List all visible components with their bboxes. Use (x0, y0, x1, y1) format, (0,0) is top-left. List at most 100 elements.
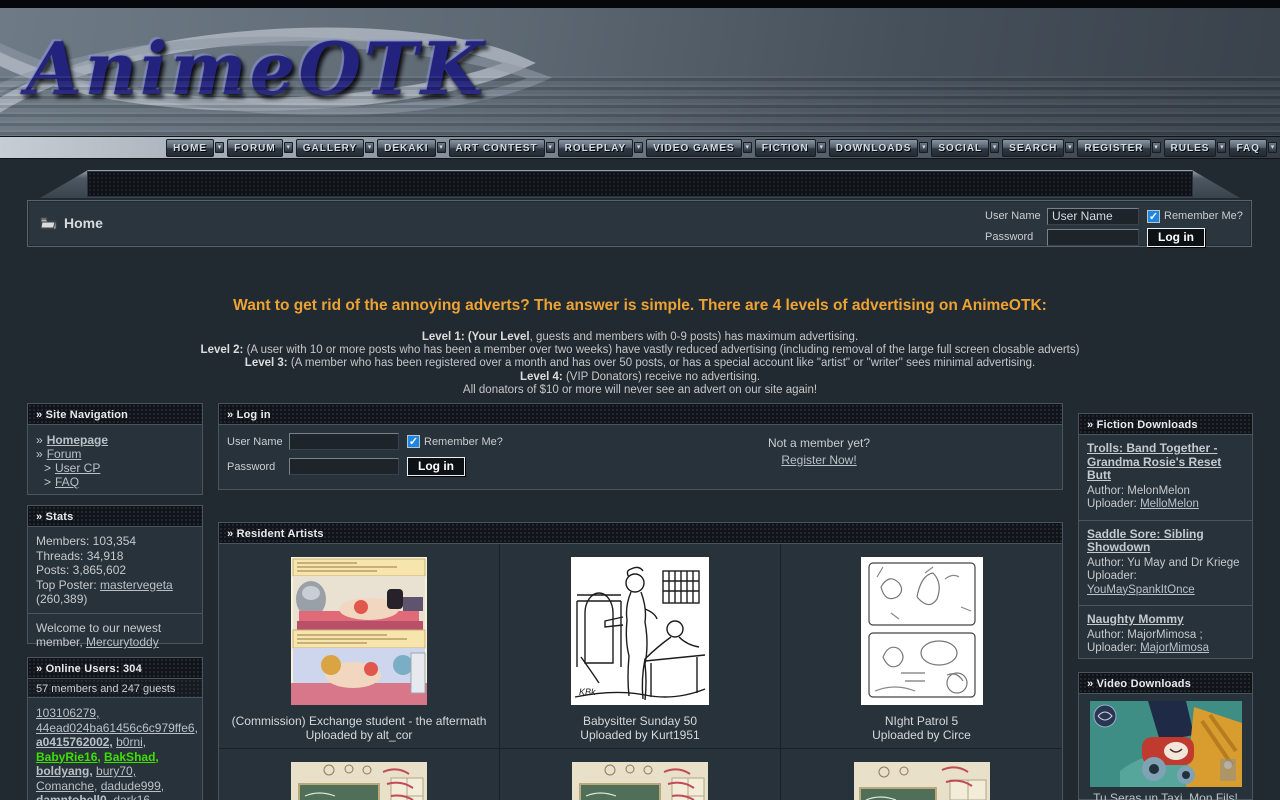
ad-levels-title: Want to get rid of the annoying adverts?… (0, 297, 1280, 315)
resident-artists-panel: » Resident Artists (218, 522, 1063, 800)
video-thumbnail[interactable] (1090, 701, 1242, 787)
artwork-caption[interactable]: Babysitter Sunday 50 (506, 715, 774, 729)
nav-downloads[interactable]: DOWNLOADS (829, 139, 919, 157)
ad-level-line: Level 4: (VIP Donators) receive no adver… (40, 371, 1240, 384)
top-poster-link[interactable]: mastervegeta (100, 578, 173, 592)
artwork-thumbnail-exchange-student[interactable] (291, 557, 427, 705)
sidebar-item-homepage[interactable]: »Homepage (36, 433, 194, 447)
chevron-down-icon[interactable]: ▾ (1268, 142, 1277, 153)
online-users-subtitle: 57 members and 247 guests (28, 679, 202, 698)
online-user-link[interactable]: bury70, (96, 764, 136, 778)
nav-search[interactable]: SEARCH (1002, 139, 1064, 157)
online-user-link[interactable]: BabyRie16, (36, 750, 101, 764)
nav-fiction[interactable]: FICTION (755, 139, 816, 157)
online-user-link[interactable]: dark16, (113, 793, 153, 800)
fiction-title-link[interactable]: Naughty Mommy (1087, 613, 1244, 627)
remember-me-label: Remember Me? (1164, 210, 1243, 222)
artwork-thumbnail-detention-2[interactable] (572, 762, 708, 800)
remember-me-checkbox[interactable]: ✓ (407, 435, 420, 448)
fiction-item: Trolls: Band Together - Grandma Rosie's … (1079, 435, 1252, 521)
fiction-title-link[interactable]: Saddle Sore: Sibling Showdown (1087, 528, 1244, 555)
online-user-link[interactable]: boldyang, (36, 764, 93, 778)
header-login-form: User Name ✓ Remember Me? Password Log in (985, 205, 1245, 247)
chevron-down-icon[interactable]: ▾ (1217, 142, 1226, 153)
video-downloads-header: » Video Downloads (1079, 673, 1252, 694)
chevron-down-icon[interactable]: ▾ (1065, 142, 1074, 153)
page-title: Home (64, 215, 103, 231)
password-label: Password (985, 231, 1047, 243)
nav-home[interactable]: HOME (166, 139, 214, 157)
sidebar-item-faq[interactable]: >FAQ (36, 475, 194, 489)
chevron-down-icon[interactable]: ▾ (1152, 142, 1161, 153)
nav-gallery[interactable]: GALLERY (296, 139, 364, 157)
password-field[interactable] (289, 458, 399, 475)
fiction-downloads-header: » Fiction Downloads (1079, 414, 1252, 435)
login-panel: » Log in User Name ✓ Remember Me? Passwo… (218, 403, 1063, 490)
nav-rules[interactable]: RULES (1164, 139, 1217, 157)
fiction-title-link[interactable]: Trolls: Band Together - Grandma Rosie's … (1087, 442, 1244, 483)
login-button[interactable]: Log in (407, 457, 465, 476)
ad-level-line: All donators of $10 or more will never s… (40, 384, 1240, 397)
username-field[interactable] (289, 433, 399, 450)
nav-social[interactable]: SOCIAL (931, 139, 989, 157)
online-user-link[interactable]: dadude999, (101, 779, 164, 793)
nav-faq[interactable]: FAQ (1229, 139, 1267, 157)
online-user-link[interactable]: 44ead024ba61456c6c979ffe6, (36, 721, 198, 735)
chevron-down-icon[interactable]: ▾ (743, 142, 752, 153)
svg-text:KBk: KBk (579, 687, 596, 697)
video-title-link[interactable]: Tu Seras un Taxi, Mon Fils! (1093, 791, 1238, 800)
chevron-down-icon[interactable]: ▾ (919, 142, 928, 153)
password-label: Password (227, 461, 289, 473)
artwork-thumbnail-night-patrol[interactable] (861, 557, 983, 705)
login-button[interactable]: Log in (1147, 228, 1205, 247)
nav-forum[interactable]: FORUM (227, 139, 283, 157)
chevron-down-icon[interactable]: ▾ (437, 142, 446, 153)
uploader-link[interactable]: MajorMimosa (1140, 642, 1209, 654)
remember-me-checkbox[interactable]: ✓ (1147, 210, 1160, 223)
artist-card: NIght Patrol 5 Uploaded by Circe (781, 544, 1062, 748)
artwork-caption[interactable]: (Commission) Exchange student - the afte… (225, 715, 493, 729)
fiction-downloads-panel: » Fiction Downloads Trolls: Band Togethe… (1078, 413, 1253, 659)
online-user-link[interactable]: damntohell0, (36, 793, 110, 800)
online-user-link[interactable]: BakShad, (104, 750, 159, 764)
username-label: User Name (227, 436, 289, 448)
sidebar-item-forum[interactable]: »Forum (36, 447, 194, 461)
online-user-link[interactable]: 103106279, (36, 706, 99, 720)
nav-register[interactable]: REGISTER (1077, 139, 1150, 157)
artwork-uploader: Uploaded by Circe (787, 729, 1056, 743)
resident-artists-header: » Resident Artists (219, 523, 1062, 544)
online-user-link[interactable]: b0rni, (116, 735, 146, 749)
username-field[interactable] (1047, 208, 1139, 225)
fiction-author: Author: Yu May and Dr Kriege (1087, 557, 1244, 571)
uploader-link[interactable]: YouMaySpankItOnce (1087, 584, 1195, 596)
header-streaks-decoration (0, 76, 1280, 136)
chevron-down-icon[interactable]: ▾ (817, 142, 826, 153)
online-user-link[interactable]: a0415762002, (36, 735, 113, 749)
artwork-caption[interactable]: NIght Patrol 5 (787, 715, 1056, 729)
nav-roleplay[interactable]: ROLEPLAY (558, 139, 634, 157)
folder-icon (40, 216, 57, 230)
artwork-thumbnail-babysitter-sunday[interactable]: KBk (571, 557, 709, 705)
stats-top-poster-count: (260,389) (36, 592, 194, 607)
chevron-down-icon[interactable]: ▾ (634, 142, 643, 153)
chevron-down-icon[interactable]: ▾ (546, 142, 555, 153)
decorative-separator-bar (40, 170, 1240, 198)
chevron-down-icon[interactable]: ▾ (284, 142, 293, 153)
not-member-text: Not a member yet? (699, 435, 939, 452)
sidebar-item-usercp[interactable]: >User CP (36, 461, 194, 475)
chevron-down-icon[interactable]: ▾ (990, 142, 999, 153)
top-strip (0, 0, 1280, 8)
ad-level-line: Level 3: (A member who has been register… (40, 357, 1240, 370)
nav-video-games[interactable]: VIDEO GAMES (646, 139, 742, 157)
uploader-link[interactable]: MelloMelon (1140, 498, 1199, 510)
chevron-down-icon[interactable]: ▾ (215, 142, 224, 153)
newest-member-link[interactable]: Mercurytoddy (86, 635, 159, 649)
chevron-down-icon[interactable]: ▾ (365, 142, 374, 153)
register-now-link[interactable]: Register Now! (781, 453, 856, 467)
nav-dekaki[interactable]: DEKAKI (377, 139, 435, 157)
nav-art-contest[interactable]: ART CONTEST (449, 139, 545, 157)
artwork-thumbnail-detention-3[interactable] (854, 762, 990, 800)
artwork-thumbnail-detention-1[interactable] (291, 762, 427, 800)
password-field[interactable] (1047, 229, 1139, 246)
online-user-link[interactable]: Comanche, (36, 779, 97, 793)
